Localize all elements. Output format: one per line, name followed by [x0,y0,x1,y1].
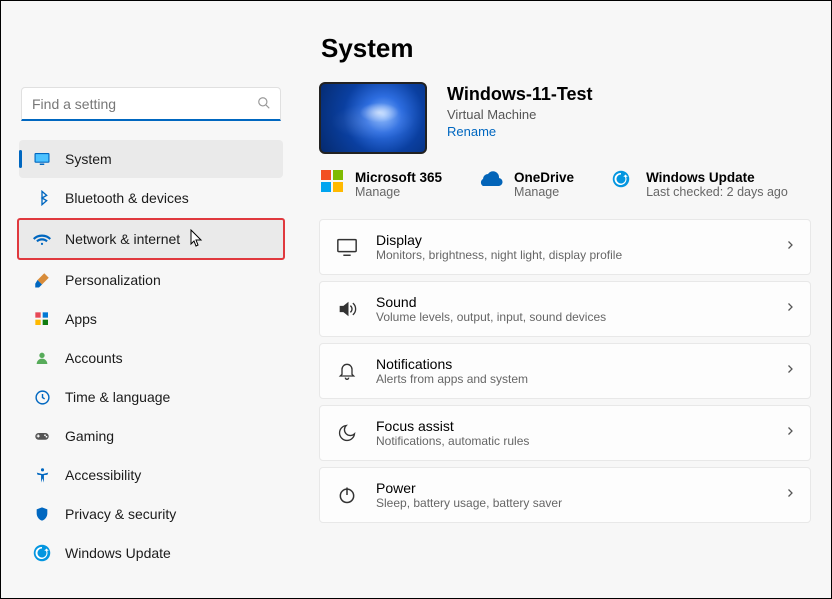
sidebar-item-label: Apps [65,311,97,327]
globe-clock-icon [33,388,51,406]
bell-icon [336,360,358,382]
sidebar-item-label: System [65,151,112,167]
person-icon [33,349,51,367]
card-title: Sound [376,294,766,310]
chevron-right-icon [784,424,794,442]
chevron-right-icon [784,486,794,504]
sidebar-item-time-language[interactable]: Time & language [19,378,283,416]
pc-type: Virtual Machine [447,107,593,122]
card-title: Notifications [376,356,766,372]
card-focus-assist[interactable]: Focus assistNotifications, automatic rul… [319,405,811,461]
service-windows-update[interactable]: Windows UpdateLast checked: 2 days ago [612,170,788,199]
bluetooth-icon [33,189,51,207]
card-sub: Notifications, automatic rules [376,434,766,448]
apps-icon [33,310,51,328]
sidebar-item-label: Bluetooth & devices [65,190,189,206]
accessibility-icon [33,466,51,484]
sidebar-item-personalization[interactable]: Personalization [19,261,283,299]
card-sub: Alerts from apps and system [376,372,766,386]
sidebar-item-privacy-security[interactable]: Privacy & security [19,495,283,533]
ms365-icon [321,170,345,194]
card-sub: Monitors, brightness, night light, displ… [376,248,766,262]
sound-icon [336,298,358,320]
update-icon [612,170,636,194]
sidebar-item-label: Accounts [65,350,123,366]
pc-thumbnail[interactable] [319,82,427,154]
card-notifications[interactable]: NotificationsAlerts from apps and system [319,343,811,399]
service-title: Windows Update [646,170,788,185]
service-title: Microsoft 365 [355,170,442,185]
sidebar-item-windows-update[interactable]: Windows Update [19,534,283,572]
pc-info-row: Windows-11-Test Virtual Machine Rename [319,82,811,154]
gamepad-icon [33,427,51,445]
onedrive-icon [480,170,504,194]
search-input[interactable] [21,87,281,121]
services-row: Microsoft 365ManageOneDriveManageWindows… [319,170,811,199]
sidebar-item-label: Windows Update [65,545,171,561]
card-title: Power [376,480,766,496]
chevron-right-icon [784,300,794,318]
chevron-right-icon [784,362,794,380]
service-onedrive[interactable]: OneDriveManage [480,170,574,199]
wifi-icon [33,230,51,248]
card-sound[interactable]: SoundVolume levels, output, input, sound… [319,281,811,337]
card-title: Display [376,232,766,248]
page-title: System [321,33,811,64]
shield-icon [33,505,51,523]
settings-app: System Bluetooth & devices Network & inter… [1,1,831,598]
sidebar-item-network-internet[interactable]: Network & internet [17,218,285,260]
main-panel: System Windows-11-Test Virtual Machine R… [295,7,825,592]
pc-name: Windows-11-Test [447,84,593,105]
card-power[interactable]: PowerSleep, battery usage, battery saver [319,467,811,523]
cursor-icon [190,229,204,250]
card-sub: Sleep, battery usage, battery saver [376,496,766,510]
search-icon [257,96,271,110]
display-icon [336,236,358,258]
sidebar-item-apps[interactable]: Apps [19,300,283,338]
brush-icon [33,271,51,289]
sidebar-item-label: Gaming [65,428,114,444]
monitor-icon [33,150,51,168]
nav-list: System Bluetooth & devices Network & inter… [15,139,287,573]
sidebar-item-gaming[interactable]: Gaming [19,417,283,455]
sidebar-item-bluetooth-devices[interactable]: Bluetooth & devices [19,179,283,217]
sidebar-item-label: Privacy & security [65,506,176,522]
sidebar-item-accessibility[interactable]: Accessibility [19,456,283,494]
service-sub: Manage [514,185,574,199]
sidebar-item-accounts[interactable]: Accounts [19,339,283,377]
power-icon [336,484,358,506]
card-sub: Volume levels, output, input, sound devi… [376,310,766,324]
sidebar-item-label: Accessibility [65,467,141,483]
sidebar-item-label: Network & internet [65,231,180,247]
sidebar: System Bluetooth & devices Network & inter… [7,7,295,592]
update-icon [33,544,51,562]
sidebar-item-label: Time & language [65,389,170,405]
settings-cards: DisplayMonitors, brightness, night light… [319,219,811,523]
service-sub: Manage [355,185,442,199]
service-title: OneDrive [514,170,574,185]
service-sub: Last checked: 2 days ago [646,185,788,199]
service-microsoft-[interactable]: Microsoft 365Manage [321,170,442,199]
sidebar-item-label: Personalization [65,272,161,288]
pc-meta: Windows-11-Test Virtual Machine Rename [447,82,593,154]
search-container [21,87,281,121]
sidebar-item-system[interactable]: System [19,140,283,178]
chevron-right-icon [784,238,794,256]
rename-link[interactable]: Rename [447,124,593,139]
card-display[interactable]: DisplayMonitors, brightness, night light… [319,219,811,275]
moon-icon [336,422,358,444]
card-title: Focus assist [376,418,766,434]
